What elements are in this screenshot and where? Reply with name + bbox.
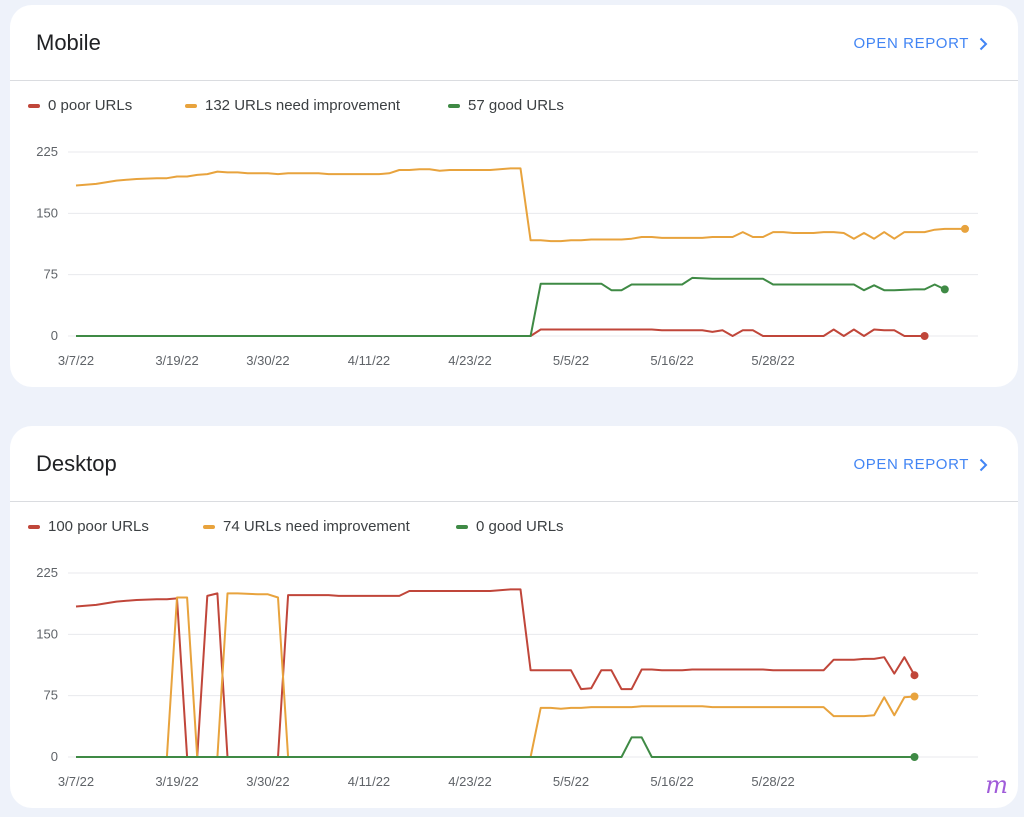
legend-label: 0 good URLs — [476, 518, 564, 535]
mobile-card-header: Mobile OPEN REPORT — [10, 5, 1018, 81]
x-tick-label: 4/11/22 — [348, 353, 390, 368]
desktop-card-header: Desktop OPEN REPORT — [10, 426, 1018, 502]
y-tick-label: 150 — [36, 205, 58, 220]
series-line — [76, 736, 915, 758]
legend-item-needs-improvement[interactable]: 74 URLs need improvement — [203, 518, 410, 535]
desktop-open-report-link[interactable]: OPEN REPORT — [853, 456, 988, 473]
y-tick-label: 0 — [51, 749, 58, 764]
mobile-open-report-link[interactable]: OPEN REPORT — [853, 35, 988, 52]
desktop-chart: 0 75 150 225 3/7/22 3/19/22 3/30/22 4/11/22 4/23… — [36, 565, 978, 789]
series-end-point — [910, 671, 919, 680]
legend-swatch — [28, 103, 40, 108]
legend-swatch — [28, 524, 40, 529]
x-tick-label: 5/16/22 — [650, 353, 693, 368]
x-tick-label: 5/28/22 — [751, 353, 794, 368]
series-end-point — [940, 285, 949, 294]
legend-label: 100 poor URLs — [48, 518, 149, 535]
open-report-label: OPEN REPORT — [853, 35, 969, 52]
open-report-label: OPEN REPORT — [853, 456, 969, 473]
y-tick-label: 150 — [36, 626, 58, 641]
series-end-point — [910, 753, 919, 761]
series-line — [75, 588, 916, 758]
x-tick-label: 4/23/22 — [448, 353, 491, 368]
legend-item-good[interactable]: 0 good URLs — [456, 518, 564, 535]
legend-swatch — [448, 103, 460, 108]
y-tick-label: 0 — [51, 328, 58, 343]
legend-label: 0 poor URLs — [48, 97, 133, 114]
x-tick-label: 5/16/22 — [650, 774, 693, 789]
y-tick-label: 225 — [36, 144, 58, 159]
y-tick-label: 225 — [36, 565, 58, 580]
chevron-right-icon — [979, 458, 988, 471]
x-tick-label: 5/5/22 — [553, 353, 589, 368]
y-tick-label: 75 — [44, 688, 58, 703]
legend-item-good[interactable]: 57 good URLs — [448, 97, 564, 114]
y-tick-label: 75 — [44, 267, 58, 282]
legend-item-needs-improvement[interactable]: 132 URLs need improvement — [185, 97, 400, 114]
x-tick-label: 4/23/22 — [448, 774, 491, 789]
series-line — [75, 167, 965, 243]
legend-label: 74 URLs need improvement — [223, 518, 410, 535]
mobile-card: Mobile OPEN REPORT 0 poor URLs 132 URLs … — [10, 5, 1018, 387]
x-tick-label: 5/28/22 — [751, 774, 794, 789]
x-tick-label: 3/7/22 — [58, 774, 94, 789]
desktop-title: Desktop — [36, 451, 117, 476]
x-tick-label: 3/19/22 — [155, 774, 198, 789]
legend-swatch — [185, 103, 197, 108]
legend-label: 132 URLs need improvement — [205, 97, 401, 114]
legend-swatch — [203, 524, 215, 529]
x-tick-label: 4/11/22 — [348, 774, 390, 789]
series-end-point — [910, 692, 919, 701]
mobile-title: Mobile — [36, 30, 101, 55]
x-tick-label: 3/30/22 — [246, 353, 289, 368]
brand-logo-icon: m — [985, 771, 1008, 799]
legend-item-poor[interactable]: 100 poor URLs — [28, 518, 149, 535]
series-end-point — [961, 224, 969, 233]
mobile-chart: 0 75 150 225 3/7/22 3/19/22 3/30/22 4/11/22 4/23… — [36, 144, 978, 368]
x-tick-label: 5/5/22 — [553, 774, 589, 789]
chevron-right-icon — [979, 37, 988, 50]
series-end-point — [920, 332, 929, 340]
x-tick-label: 3/30/22 — [246, 774, 289, 789]
x-tick-label: 3/19/22 — [155, 353, 198, 368]
desktop-card: Desktop OPEN REPORT 100 poor URLs 74 URL… — [10, 426, 1018, 808]
legend-swatch — [456, 524, 468, 529]
series-line — [76, 276, 946, 337]
legend-item-poor[interactable]: 0 poor URLs — [28, 97, 132, 114]
x-tick-label: 3/7/22 — [58, 353, 94, 368]
legend-label: 57 good URLs — [468, 97, 564, 114]
